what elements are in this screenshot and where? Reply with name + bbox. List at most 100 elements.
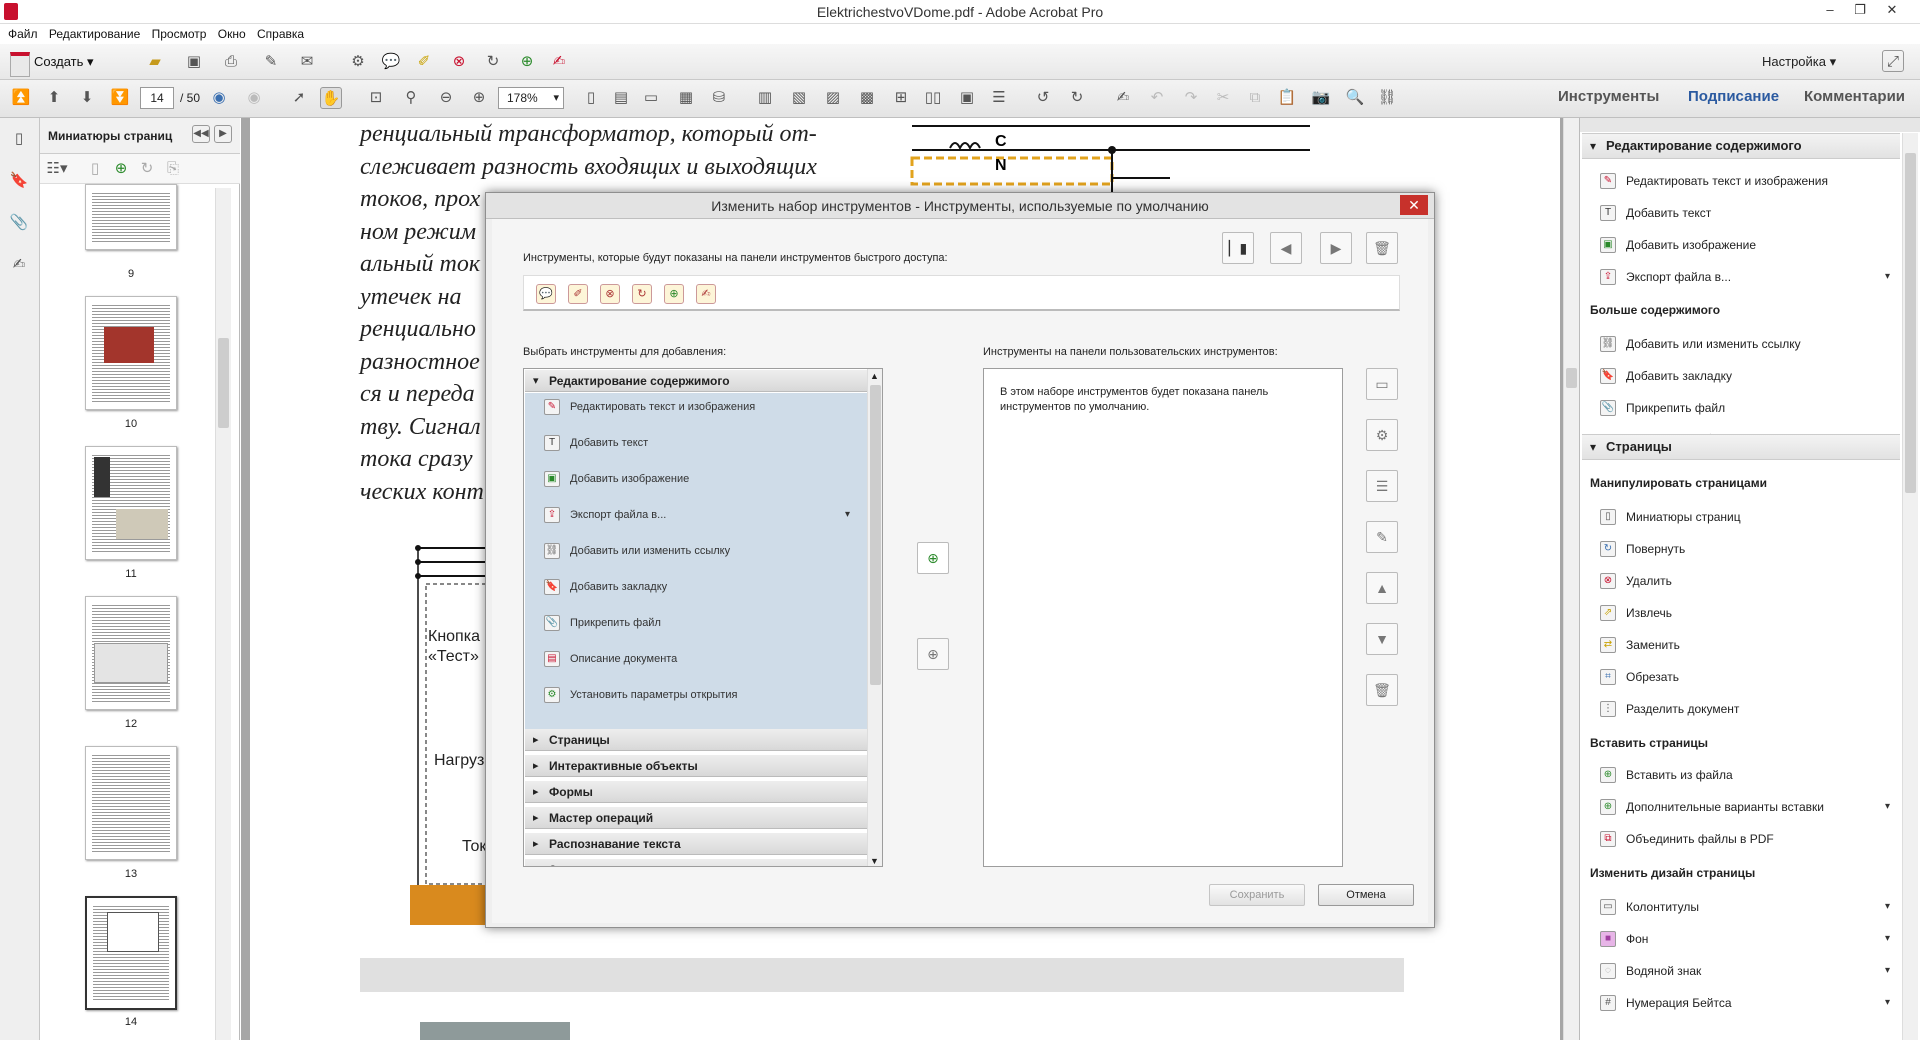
- print-icon[interactable]: ⎙: [220, 51, 242, 73]
- delete-page-icon[interactable]: ⊗: [600, 284, 620, 304]
- undo-icon[interactable]: ↶: [1146, 87, 1168, 109]
- move-up-button[interactable]: ▲: [1366, 572, 1398, 604]
- rp-more-insert-options[interactable]: ⊕ Дополнительные варианты вставки ▾: [1600, 796, 1890, 818]
- thumb-extract-icon[interactable]: ⎘: [162, 158, 184, 180]
- back-icon[interactable]: ◉: [208, 87, 230, 109]
- last-page-icon[interactable]: ⏬: [109, 87, 131, 109]
- group-protection[interactable]: Защита: [525, 859, 867, 866]
- rp-combine-files[interactable]: ⧉ Объединить файлы в PDF: [1600, 828, 1890, 850]
- menu-window[interactable]: Окно: [218, 24, 246, 44]
- minimize-icon[interactable]: –: [1815, 2, 1845, 17]
- insert-page-icon[interactable]: ⊕: [664, 284, 684, 304]
- thumbnails-scrollbar[interactable]: [215, 188, 231, 1040]
- tool-open-options[interactable]: ⚙ Установить параметры открытия: [544, 684, 864, 706]
- continuous-icon[interactable]: ▩: [856, 87, 878, 109]
- scroll-up-icon[interactable]: ▲: [870, 371, 879, 381]
- document-scrollbar[interactable]: [1563, 118, 1579, 1040]
- snapshot-icon[interactable]: 📷: [1310, 87, 1332, 109]
- comment-icon[interactable]: 💬: [536, 284, 556, 304]
- thumbnail-page[interactable]: [85, 596, 177, 710]
- close-icon[interactable]: ✕: [1877, 2, 1907, 18]
- rp-edit-text-images[interactable]: ✎ Редактировать текст и изображения: [1600, 170, 1890, 192]
- copy-icon[interactable]: ⧉: [1244, 87, 1266, 109]
- expand-icon[interactable]: ⤢: [1882, 50, 1904, 72]
- group-content-editing[interactable]: Редактирование содержимого: [525, 370, 867, 392]
- rp-add-link[interactable]: ⛓ Добавить или изменить ссылку: [1600, 333, 1890, 355]
- split-icon[interactable]: ⊞: [890, 87, 912, 109]
- sign-icon[interactable]: ✍: [1112, 87, 1134, 109]
- remove-quick-tool-button[interactable]: 🗑: [1366, 232, 1398, 264]
- separator-button[interactable]: ▏▮: [1222, 232, 1254, 264]
- collapse-panel-icon[interactable]: ◀◀: [192, 125, 210, 143]
- scroll-icon[interactable]: ▨: [822, 87, 844, 109]
- thumbnail-page-selected[interactable]: [85, 896, 177, 1010]
- tool-add-bookmark[interactable]: 🔖 Добавить закладку: [544, 576, 864, 598]
- group-action-wizard[interactable]: Мастер операций: [525, 807, 867, 829]
- tool-add-link[interactable]: ⛓ Добавить или изменить ссылку: [544, 540, 864, 562]
- move-left-button[interactable]: ◀: [1270, 232, 1302, 264]
- advanced-search-icon[interactable]: ⛓: [1376, 87, 1398, 109]
- thumbnail-page[interactable]: [85, 446, 177, 560]
- menu-help[interactable]: Справка: [257, 24, 304, 44]
- signatures-icon[interactable]: ✍: [8, 254, 30, 276]
- tool-edit-button[interactable]: ✎: [1366, 521, 1398, 553]
- dynamic-zoom-icon[interactable]: ⚲: [400, 87, 422, 109]
- group-forms[interactable]: Формы: [525, 781, 867, 803]
- cancel-button[interactable]: Отмена: [1318, 884, 1414, 906]
- rp-page-thumbnails[interactable]: ▯ Миниатюры страниц: [1600, 506, 1890, 528]
- highlight-icon[interactable]: ✐: [568, 284, 588, 304]
- tool-export-file[interactable]: ⇪ Экспорт файла в... ▾: [544, 504, 864, 526]
- options-menu-icon[interactable]: ☷▾: [46, 158, 68, 180]
- actual-size-icon[interactable]: ▯: [580, 87, 602, 109]
- section-content-editing[interactable]: Редактирование содержимого: [1582, 133, 1900, 159]
- facing-pages-icon[interactable]: ▯▯: [922, 87, 944, 109]
- thumb-insert-icon[interactable]: ⊕: [110, 158, 132, 180]
- page-number-input[interactable]: 14: [140, 87, 174, 109]
- rp-replace[interactable]: ⇄ Заменить: [1600, 634, 1890, 656]
- first-page-icon[interactable]: ⏫: [10, 87, 32, 109]
- two-page-icon[interactable]: ▧: [788, 87, 810, 109]
- thumbnail-page[interactable]: [85, 296, 177, 410]
- restore-icon[interactable]: ❐: [1845, 2, 1875, 18]
- read-mode-icon[interactable]: ☰: [988, 87, 1010, 109]
- hand-tool-icon[interactable]: ✋: [320, 87, 342, 109]
- single-page-icon[interactable]: ▥: [754, 87, 776, 109]
- thumb-delete-icon[interactable]: ▯: [84, 158, 106, 180]
- tool-add-image[interactable]: ▣ Добавить изображение: [544, 468, 864, 490]
- expand-panel-icon[interactable]: ▶: [214, 125, 232, 143]
- move-down-button[interactable]: ▼: [1366, 623, 1398, 655]
- rp-export-file[interactable]: ⇪ Экспорт файла в... ▾: [1600, 266, 1890, 288]
- menu-edit[interactable]: Редактирование: [49, 24, 140, 44]
- search-icon[interactable]: 🔍: [1344, 87, 1366, 109]
- rp-crop[interactable]: ⌗ Обрезать: [1600, 666, 1890, 688]
- add-separator-button[interactable]: ⊕: [917, 638, 949, 670]
- dialog-close-button[interactable]: ✕: [1400, 195, 1428, 215]
- rp-delete[interactable]: ⊗ Удалить: [1600, 570, 1890, 592]
- settings-gear-icon[interactable]: ⚙: [347, 51, 369, 73]
- cut-icon[interactable]: ✂: [1212, 87, 1234, 109]
- rotate-left-icon[interactable]: ↺: [1032, 87, 1054, 109]
- scroll-down-icon[interactable]: ▼: [870, 856, 879, 866]
- tools-panel-scrollbar[interactable]: [1902, 133, 1918, 1040]
- group-text-recognition[interactable]: Распознавание текста: [525, 833, 867, 855]
- rp-add-image[interactable]: ▣ Добавить изображение: [1600, 234, 1890, 256]
- tools-list-scrollbar[interactable]: ▲ ▼: [867, 369, 882, 866]
- open-folder-icon[interactable]: ▰: [144, 51, 166, 73]
- email-icon[interactable]: ✉: [296, 51, 318, 73]
- select-cursor-icon[interactable]: ➚: [288, 87, 310, 109]
- tool-add-text[interactable]: T Добавить текст: [544, 432, 864, 454]
- page-thumbnails-icon[interactable]: ▯: [8, 128, 30, 150]
- tab-tools[interactable]: Инструменты: [1558, 88, 1659, 105]
- add-tool-button[interactable]: ⊕: [917, 542, 949, 574]
- edit-document-icon[interactable]: ✎: [260, 51, 282, 73]
- tool-edit-text-images[interactable]: ✎ Редактировать текст и изображения: [544, 396, 864, 418]
- marquee-zoom-icon[interactable]: ⊡: [365, 87, 387, 109]
- rp-insert-from-file[interactable]: ⊕ Вставить из файла: [1600, 764, 1890, 786]
- tab-sign[interactable]: Подписание: [1688, 88, 1779, 105]
- rp-header-footer[interactable]: ▭ Колонтитулы ▾: [1600, 896, 1890, 918]
- rp-bates-numbering[interactable]: # Нумерация Бейтса ▾: [1600, 992, 1890, 1014]
- section-pages[interactable]: Страницы: [1582, 434, 1900, 460]
- rp-rotate[interactable]: ↻ Повернуть: [1600, 538, 1890, 560]
- paste-icon[interactable]: 📋: [1276, 87, 1298, 109]
- zoom-select[interactable]: 178%: [498, 87, 564, 109]
